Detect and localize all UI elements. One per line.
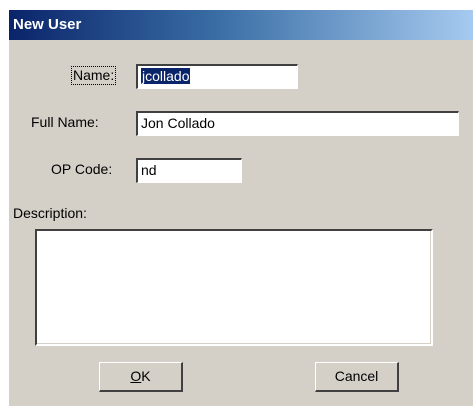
full-name-label: Full Name: (31, 114, 99, 130)
cancel-button[interactable]: Cancel (315, 362, 399, 392)
name-field[interactable]: jcollado (136, 64, 298, 89)
full-name-field[interactable]: Jon Collado (136, 111, 459, 136)
name-label: Name: (70, 66, 117, 85)
new-user-dialog: New User Name: jcollado Full Name: Jon C… (8, 10, 473, 406)
ok-mnemonic: O (130, 368, 142, 384)
title-bar[interactable]: New User (9, 10, 473, 40)
description-label: Description: (13, 205, 87, 221)
name-field-value: jcollado (141, 68, 191, 84)
dialog-title: New User (13, 16, 82, 33)
ok-label-rest: K (141, 368, 151, 384)
description-textarea[interactable] (35, 229, 433, 346)
op-code-field[interactable]: nd (136, 158, 242, 183)
op-code-label: OP Code: (51, 161, 113, 177)
ok-button[interactable]: OK (99, 362, 183, 392)
